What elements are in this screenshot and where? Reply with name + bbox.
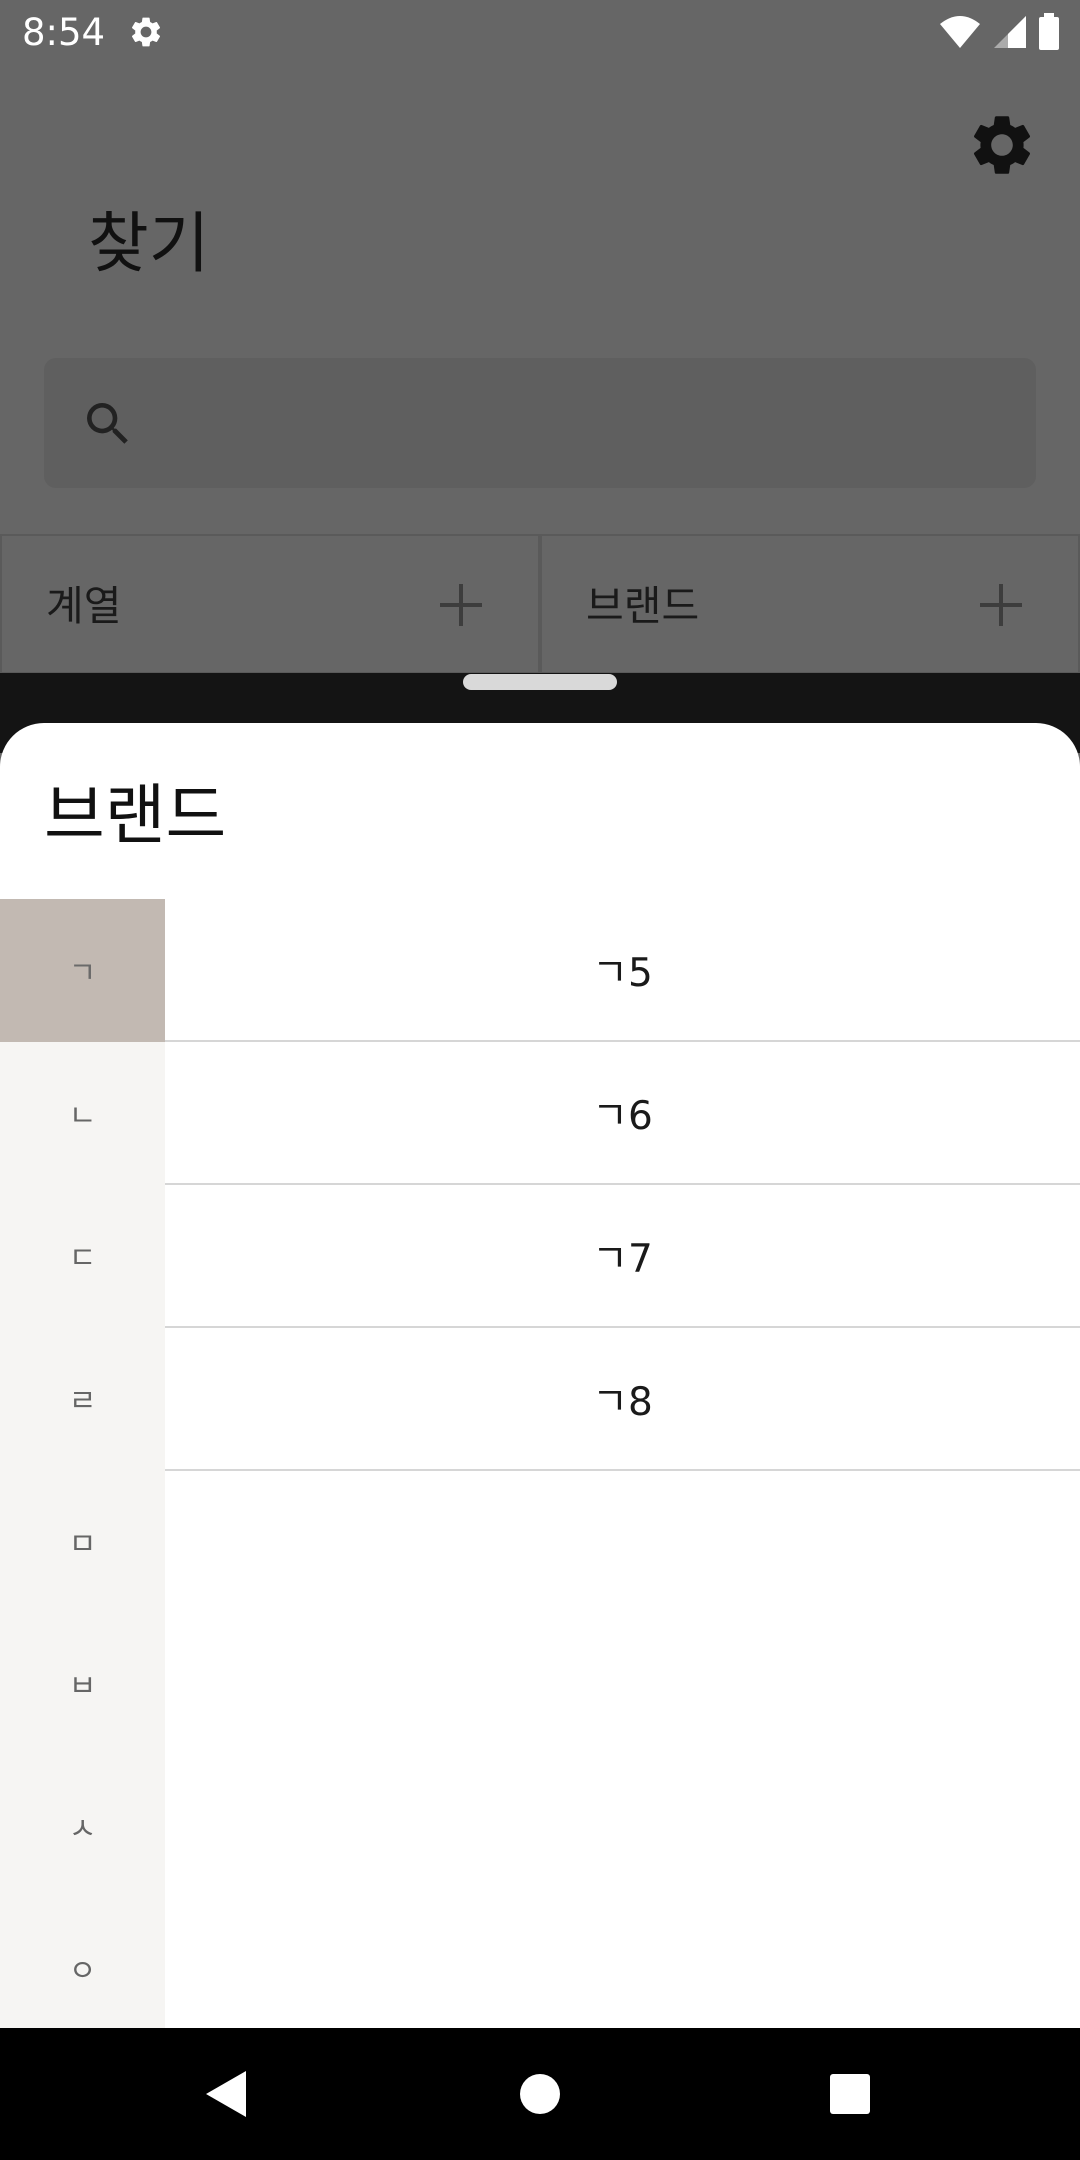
- plus-icon: [436, 580, 486, 630]
- recents-button[interactable]: [814, 2058, 886, 2130]
- screen: 8:54 찾기 계열 브랜드 브랜드 ㄱ ㄴ ㄷ ㄹ ㅁ ㅂ ㅅ ㅇ ㄱ5 ㄱ6…: [0, 0, 1080, 2160]
- back-button[interactable]: [190, 2058, 262, 2130]
- list-item[interactable]: ㄱ5: [165, 899, 1080, 1042]
- list-item[interactable]: ㄱ6: [165, 1042, 1080, 1185]
- search-page: 찾기 계열 브랜드: [0, 66, 1080, 674]
- filter-brand-button[interactable]: 브랜드: [540, 534, 1080, 674]
- home-button[interactable]: [504, 2058, 576, 2130]
- recents-icon: [830, 2074, 870, 2114]
- index-item[interactable]: ㅇ: [0, 1897, 165, 2028]
- status-bar: 8:54: [0, 0, 1080, 66]
- list-item[interactable]: ㄱ7: [165, 1185, 1080, 1328]
- search-bar[interactable]: [44, 358, 1036, 488]
- filter-label: 계열: [46, 582, 122, 630]
- search-input[interactable]: [164, 378, 1008, 470]
- status-icons: [938, 13, 1060, 55]
- battery-icon: [1038, 13, 1060, 55]
- filter-label: 브랜드: [586, 582, 700, 630]
- sheet-title: 브랜드: [44, 777, 227, 854]
- brand-bottom-sheet: 브랜드 ㄱ ㄴ ㄷ ㄹ ㅁ ㅂ ㅅ ㅇ ㄱ5 ㄱ6 ㄱ7 ㄱ8: [0, 723, 1080, 2028]
- signal-icon: [992, 14, 1028, 54]
- initial-index: ㄱ ㄴ ㄷ ㄹ ㅁ ㅂ ㅅ ㅇ: [0, 899, 165, 2028]
- index-item[interactable]: ㄴ: [0, 1042, 165, 1185]
- drag-handle[interactable]: [463, 674, 617, 690]
- brand-list: ㄱ5 ㄱ6 ㄱ7 ㄱ8: [165, 899, 1080, 1471]
- index-item[interactable]: ㄹ: [0, 1327, 165, 1470]
- index-item[interactable]: ㄱ: [0, 899, 165, 1042]
- gear-icon: [128, 14, 164, 50]
- index-item[interactable]: ㅂ: [0, 1612, 165, 1755]
- back-icon: [206, 2071, 246, 2117]
- home-icon: [520, 2074, 560, 2114]
- list-item[interactable]: ㄱ8: [165, 1328, 1080, 1471]
- settings-button[interactable]: [965, 108, 1039, 182]
- search-icon: [80, 396, 136, 452]
- navigation-bar: [0, 2028, 1080, 2160]
- wifi-icon: [938, 14, 982, 54]
- filter-series-button[interactable]: 계열: [0, 534, 540, 674]
- index-item[interactable]: ㅁ: [0, 1469, 165, 1612]
- status-time: 8:54: [22, 11, 106, 54]
- index-item[interactable]: ㅅ: [0, 1755, 165, 1898]
- plus-icon: [976, 580, 1026, 630]
- page-title: 찾기: [88, 205, 210, 282]
- index-item[interactable]: ㄷ: [0, 1184, 165, 1327]
- filter-row: 계열 브랜드: [0, 534, 1080, 674]
- gear-icon: [973, 116, 1031, 174]
